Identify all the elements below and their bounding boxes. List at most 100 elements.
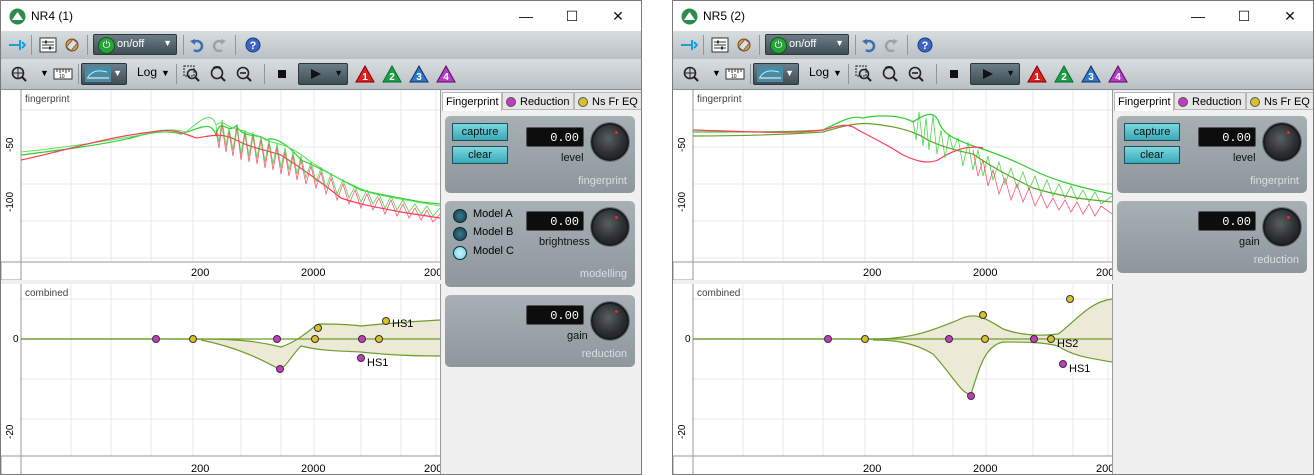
settings-sliders-icon[interactable] xyxy=(710,35,730,55)
help-icon[interactable]: ? xyxy=(243,35,263,55)
scale-label[interactable]: Log xyxy=(137,65,157,79)
zoom-reset-icon[interactable] xyxy=(880,64,900,84)
eq-node[interactable] xyxy=(311,335,319,343)
yellow-dot-icon xyxy=(578,97,588,108)
clear-button[interactable]: clear xyxy=(452,146,508,164)
marker-1-icon[interactable]: 1 xyxy=(1027,65,1047,83)
play-button[interactable]: ▼ xyxy=(970,63,1020,85)
maximize-button[interactable]: ☐ xyxy=(549,1,595,31)
scale-label[interactable]: Log xyxy=(809,65,829,79)
redo-icon[interactable] xyxy=(209,35,229,55)
zoom-out-icon[interactable] xyxy=(906,64,926,84)
marker-1-icon[interactable]: 1 xyxy=(355,65,375,83)
zoom-target-icon[interactable] xyxy=(9,64,29,84)
marker-2-icon[interactable]: 2 xyxy=(1054,65,1074,83)
eq-node[interactable] xyxy=(861,335,869,343)
knob-indicator xyxy=(615,216,618,219)
level-knob[interactable] xyxy=(1263,123,1301,161)
close-button[interactable]: ✕ xyxy=(1267,1,1313,31)
chevron-down-icon[interactable]: ▼ xyxy=(833,68,842,78)
eq-node[interactable] xyxy=(945,335,953,343)
tab-fingerprint[interactable]: Fingerprint xyxy=(442,92,502,111)
marker-4-icon[interactable]: 4 xyxy=(1108,65,1128,83)
zoom-reset-icon[interactable] xyxy=(208,64,228,84)
tab-ns-fr-eq[interactable]: Ns Fr EQ xyxy=(574,92,641,110)
model-b-radio[interactable] xyxy=(453,227,467,241)
pin-icon[interactable] xyxy=(679,35,699,55)
level-knob[interactable] xyxy=(591,123,629,161)
capture-button[interactable]: capture xyxy=(1124,123,1180,141)
zoom-fit-icon[interactable] xyxy=(182,64,202,84)
combined-plot[interactable]: HS1 HS1 200 2000 200 0 -20 combined xyxy=(1,284,442,475)
display-mode-button[interactable]: ▼ xyxy=(753,63,799,85)
eq-node[interactable] xyxy=(1047,335,1055,343)
settings-sliders-icon[interactable] xyxy=(38,35,58,55)
display-mode-button[interactable]: ▼ xyxy=(81,63,127,85)
eq-node[interactable] xyxy=(358,335,366,343)
fingerprint-graph[interactable]: 200 2000 200 -50 -100 xyxy=(1,90,442,281)
model-c-radio[interactable] xyxy=(453,246,467,260)
eq-node[interactable] xyxy=(273,335,281,343)
eq-node[interactable] xyxy=(1030,335,1038,343)
gain-knob[interactable] xyxy=(1263,208,1301,246)
combined-graph[interactable]: HS1 HS1 200 2000 200 0 -20 xyxy=(1,284,442,475)
zoom-out-icon[interactable] xyxy=(234,64,254,84)
eq-node[interactable] xyxy=(276,365,284,373)
eq-node[interactable] xyxy=(981,335,989,343)
fingerprint-graph[interactable]: 200 2000 200 -50 -100 xyxy=(673,90,1114,281)
eq-node[interactable] xyxy=(824,335,832,343)
zoom-target-icon[interactable] xyxy=(681,64,701,84)
tab-fingerprint[interactable]: Fingerprint xyxy=(1114,92,1174,111)
minimize-button[interactable]: — xyxy=(503,1,549,31)
close-button[interactable]: ✕ xyxy=(595,1,641,31)
maximize-button[interactable]: ☐ xyxy=(1221,1,1267,31)
eq-node[interactable] xyxy=(152,335,160,343)
marker-3-icon[interactable]: 3 xyxy=(409,65,429,83)
tab-reduction[interactable]: Reduction xyxy=(1174,92,1246,110)
title-bar[interactable]: NR4 (1) — ☐ ✕ xyxy=(1,1,641,31)
eq-node[interactable] xyxy=(357,354,365,362)
fingerprint-plot[interactable]: 200 2000 200 -50 -100 fingerprint xyxy=(673,90,1114,281)
eq-node[interactable] xyxy=(375,335,383,343)
undo-icon[interactable] xyxy=(859,35,879,55)
eq-node[interactable] xyxy=(189,335,197,343)
brightness-knob[interactable] xyxy=(591,208,629,246)
chevron-down-icon[interactable]: ▼ xyxy=(712,68,721,78)
eq-node[interactable] xyxy=(314,324,322,332)
title-bar[interactable]: NR5 (2) — ☐ ✕ xyxy=(673,1,1313,31)
gain-knob[interactable] xyxy=(591,302,629,340)
ruler-icon[interactable]: 10 xyxy=(725,64,745,84)
minimize-button[interactable]: — xyxy=(1175,1,1221,31)
stop-icon[interactable] xyxy=(272,64,292,84)
stop-icon[interactable] xyxy=(944,64,964,84)
onoff-button[interactable]: ⏻ on/off ▼ xyxy=(93,34,177,55)
marker-4-icon[interactable]: 4 xyxy=(436,65,456,83)
plugin-icon[interactable] xyxy=(734,35,754,55)
redo-icon[interactable] xyxy=(881,35,901,55)
zoom-fit-icon[interactable] xyxy=(854,64,874,84)
undo-icon[interactable] xyxy=(187,35,207,55)
play-button[interactable]: ▼ xyxy=(298,63,348,85)
capture-button[interactable]: capture xyxy=(452,123,508,141)
eq-node[interactable] xyxy=(979,311,987,319)
marker-3-icon[interactable]: 3 xyxy=(1081,65,1101,83)
marker-2-icon[interactable]: 2 xyxy=(382,65,402,83)
eq-node[interactable] xyxy=(382,317,390,325)
chevron-down-icon[interactable]: ▼ xyxy=(161,68,170,78)
chevron-down-icon[interactable]: ▼ xyxy=(40,68,49,78)
clear-button[interactable]: clear xyxy=(1124,146,1180,164)
plugin-icon[interactable] xyxy=(62,35,82,55)
eq-node[interactable] xyxy=(1059,360,1067,368)
eq-node[interactable] xyxy=(967,392,975,400)
combined-plot[interactable]: HS2 HS1 200 2000 200 0 -20 combined xyxy=(673,284,1114,475)
model-a-radio[interactable] xyxy=(453,209,467,223)
eq-node[interactable] xyxy=(1066,295,1074,303)
fingerprint-plot[interactable]: 200 2000 200 -50 -100 fingerprint xyxy=(1,90,442,281)
tab-ns-fr-eq[interactable]: Ns Fr EQ xyxy=(1246,92,1313,110)
pin-icon[interactable] xyxy=(7,35,27,55)
ruler-icon[interactable]: 10 xyxy=(53,64,73,84)
onoff-button[interactable]: ⏻ on/off ▼ xyxy=(765,34,849,55)
help-icon[interactable]: ? xyxy=(915,35,935,55)
tab-reduction[interactable]: Reduction xyxy=(502,92,574,110)
combined-graph[interactable]: HS2 HS1 200 2000 200 0 -20 xyxy=(673,284,1114,475)
